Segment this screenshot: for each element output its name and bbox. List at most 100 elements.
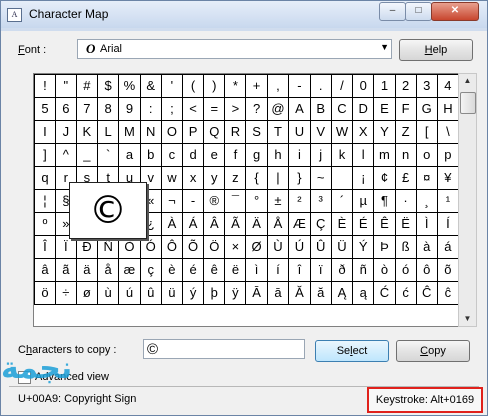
character-cell[interactable]: ± [266,189,290,213]
character-cell[interactable]: w [160,166,184,190]
scrollbar-thumb[interactable] [460,92,476,114]
character-cell[interactable]: m [373,143,396,167]
character-cell[interactable]: & [139,74,162,98]
character-cell[interactable]: Ë [394,212,417,236]
character-cell[interactable]: ÿ [224,281,247,305]
character-cell[interactable]: o [415,143,438,167]
minimize-button[interactable]: – [379,2,406,21]
character-cell[interactable]: ç [139,258,162,282]
character-cell[interactable]: Þ [373,235,396,259]
character-cell[interactable]: Î [34,235,56,259]
character-cell[interactable]: " [54,74,77,98]
character-cell[interactable]: ³ [309,189,332,213]
character-cell[interactable]: 7 [75,97,99,121]
character-cell[interactable]: Ö [203,235,226,259]
character-cell[interactable]: g [245,143,268,167]
character-cell[interactable]: c [160,143,184,167]
scroll-up-arrow-icon[interactable]: ▲ [459,74,476,88]
character-cell[interactable]: Ù [266,235,290,259]
character-cell[interactable]: À [160,212,184,236]
character-cell[interactable]: q [34,166,56,190]
character-cell[interactable]: £ [394,166,417,190]
character-cell[interactable]: Ý [352,235,375,259]
character-cell[interactable]: ¬ [160,189,184,213]
character-cell[interactable]: ā [266,281,290,305]
character-cell[interactable]: W [330,120,354,144]
character-cell[interactable]: + [245,74,268,98]
character-cell[interactable]: È [330,212,354,236]
help-button[interactable]: Help [399,39,473,61]
character-cell[interactable]: æ [118,258,141,282]
character-cell[interactable]: K [75,120,99,144]
character-cell[interactable]: j [309,143,332,167]
character-cell[interactable]: ù [97,281,120,305]
character-cell[interactable]: ó [394,258,417,282]
character-cell[interactable]: ä [75,258,99,282]
character-cell[interactable]: 4 [436,74,460,98]
character-cell[interactable]: Ê [373,212,396,236]
character-cell[interactable]: = [203,97,226,121]
character-cell[interactable]: è [160,258,184,282]
character-cell[interactable]: × [224,235,247,259]
character-cell[interactable]: 1 [373,74,396,98]
character-cell[interactable]: ï [309,258,332,282]
character-cell[interactable]: P [181,120,205,144]
character-cell[interactable]: F [394,97,417,121]
character-cell[interactable]: ö [34,281,56,305]
character-cell[interactable]: à [415,235,438,259]
character-cell[interactable]: Ì [415,212,438,236]
character-cell[interactable]: Ã [224,212,247,236]
character-cell[interactable]: ¹ [436,189,460,213]
title-bar[interactable]: A Character Map – □ ✕ [1,1,487,28]
character-cell[interactable]: ô [415,258,438,282]
character-cell[interactable]: ã [54,258,77,282]
character-cell[interactable]: Í [436,212,460,236]
character-cell[interactable]: ñ [352,258,375,282]
character-cell[interactable]: : [139,97,162,121]
character-cell[interactable]: i [288,143,311,167]
character-cell[interactable]: ¦ [34,189,56,213]
character-cell[interactable]: b [139,143,162,167]
character-cell[interactable]: Ą [330,281,354,305]
character-cell[interactable]: í [266,258,290,282]
character-cell[interactable]: Ā [245,281,268,305]
character-cell[interactable]: / [330,74,354,98]
character-cell[interactable]: f [224,143,247,167]
character-cell[interactable]: H [436,97,460,121]
character-cell[interactable]: C [330,97,354,121]
character-cell[interactable]: ¢ [373,166,396,190]
character-cell[interactable]: E [373,97,396,121]
character-cell[interactable]: ´ [330,189,354,213]
grid-scrollbar[interactable]: ▲ ▼ [458,73,477,327]
character-cell[interactable]: Ă [288,281,311,305]
copy-button[interactable]: Copy [396,340,470,362]
character-cell[interactable]: é [181,258,205,282]
character-cell[interactable]: p [436,143,460,167]
character-cell[interactable]: Ç [309,212,332,236]
character-cell[interactable]: ê [203,258,226,282]
character-cell[interactable]: 6 [54,97,77,121]
character-cell[interactable]: ą [352,281,375,305]
character-cell[interactable]: B [309,97,332,121]
character-cell[interactable]: . [309,74,332,98]
character-cell[interactable]: º [34,212,56,236]
character-cell[interactable]: Q [203,120,226,144]
character-cell[interactable]: O [160,120,184,144]
character-cell[interactable]: $ [97,74,120,98]
character-cell[interactable]: [ [415,120,438,144]
character-cell[interactable]: ć [394,281,417,305]
character-cell[interactable]: ® [203,189,226,213]
character-cell[interactable]: A [288,97,311,121]
character-cell[interactable]: V [309,120,332,144]
character-cell[interactable]: Ĉ [415,281,438,305]
character-cell[interactable]: y [203,166,226,190]
character-cell[interactable]: @ [266,97,290,121]
character-cell[interactable]: ^ [54,143,77,167]
character-cell[interactable]: ß [394,235,417,259]
character-cell[interactable]: h [266,143,290,167]
font-dropdown[interactable]: O Arial ▼ [77,39,392,59]
character-cell[interactable]: ò [373,258,396,282]
character-cell[interactable]: ; [160,97,184,121]
character-cell[interactable]: å [97,258,120,282]
character-cell[interactable]: ¡ [352,166,375,190]
